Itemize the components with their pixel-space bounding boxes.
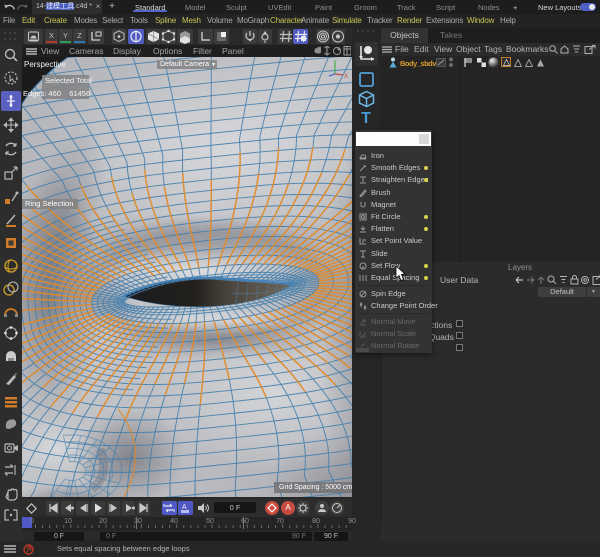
svg-text:A: A <box>182 504 187 511</box>
svg-text:Y: Y <box>333 60 337 66</box>
svg-text:X: X <box>344 74 348 80</box>
